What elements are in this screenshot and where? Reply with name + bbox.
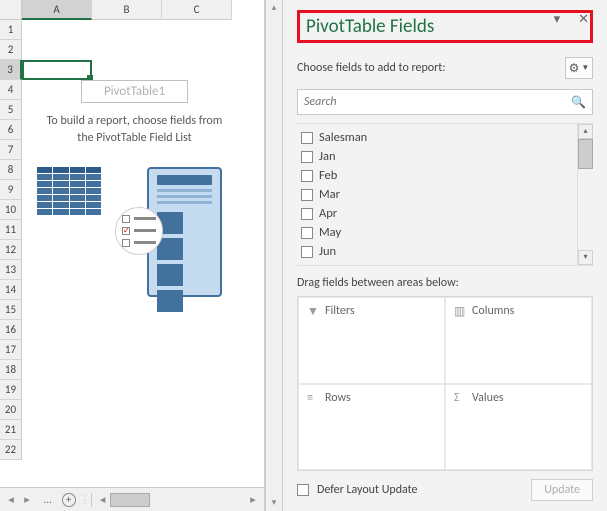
row-header[interactable]: 6 <box>0 120 22 140</box>
field-search[interactable]: 🔍 <box>297 89 593 115</box>
vscroll-down-icon[interactable]: ▾ <box>266 495 282 511</box>
row-header[interactable]: 3 <box>0 60 22 80</box>
row-header[interactable]: 1 <box>0 20 22 40</box>
row-header[interactable]: 14 <box>0 280 22 300</box>
hscroll-left-icon[interactable]: ◂ <box>96 493 110 506</box>
row-header[interactable]: 7 <box>0 140 22 160</box>
values-area[interactable]: ΣValues <box>445 384 592 471</box>
checkbox[interactable] <box>301 227 313 239</box>
select-all-corner[interactable] <box>0 0 22 20</box>
row-header[interactable]: 18 <box>0 360 22 380</box>
row-header[interactable]: 9 <box>0 180 22 200</box>
field-item[interactable]: Salesman <box>297 128 577 147</box>
area-label: Rows <box>325 391 351 464</box>
column-header[interactable]: B <box>92 0 162 20</box>
hscroll-thumb[interactable] <box>110 493 150 507</box>
field-label: Apr <box>319 206 337 221</box>
field-label: Feb <box>319 168 337 183</box>
scroll-up-icon[interactable]: ▴ <box>578 124 593 139</box>
area-label: Filters <box>325 304 355 377</box>
sheet-nav-first-icon[interactable]: ◂ <box>4 493 18 507</box>
field-item[interactable]: Jan <box>297 147 577 166</box>
choose-fields-label: Choose fields to add to report: <box>297 61 446 75</box>
row-header[interactable]: 16 <box>0 320 22 340</box>
pivot-title: PivotTable1 <box>81 80 188 103</box>
area-label: Columns <box>472 304 514 377</box>
search-icon: 🔍 <box>571 95 586 110</box>
search-input[interactable] <box>304 95 571 109</box>
field-list: Salesman Jan Feb Mar Apr May Jun <box>297 124 577 265</box>
sheet-nav-prev-icon[interactable]: ▸ <box>20 493 34 507</box>
defer-checkbox[interactable] <box>297 484 309 496</box>
pane-title: PivotTable Fields <box>306 15 434 38</box>
filters-area[interactable]: ▼Filters <box>298 297 445 384</box>
rows-area[interactable]: ≡Rows <box>298 384 445 471</box>
pivot-instruction: To build a report, choose fields from th… <box>37 113 232 147</box>
row-header[interactable]: 22 <box>0 440 22 460</box>
field-label: Mar <box>319 187 340 202</box>
checkbox[interactable] <box>301 170 313 182</box>
column-header[interactable]: C <box>162 0 232 20</box>
pivot-placeholder: PivotTable1 To build a report, choose fi… <box>37 80 232 297</box>
row-header[interactable]: 11 <box>0 220 22 240</box>
row-header[interactable]: 2 <box>0 40 22 60</box>
scroll-down-icon[interactable]: ▾ <box>578 250 593 265</box>
pivottable-fields-pane: ▾ ✕ PivotTable Fields Choose fields to a… <box>283 0 607 511</box>
field-item[interactable]: Feb <box>297 166 577 185</box>
field-label: Salesman <box>319 130 367 145</box>
add-sheet-button[interactable]: + <box>62 493 76 507</box>
row-header[interactable]: 15 <box>0 300 22 320</box>
pane-close-icon[interactable]: ✕ <box>578 12 589 27</box>
vscroll-up-icon[interactable]: ▴ <box>266 0 282 16</box>
pane-settings-button[interactable]: ⚙▼ <box>565 57 593 79</box>
row-header[interactable]: 13 <box>0 260 22 280</box>
area-label: Values <box>472 391 504 464</box>
chevron-down-icon: ▼ <box>581 63 589 73</box>
row-header[interactable]: 10 <box>0 200 22 220</box>
field-label: May <box>319 225 341 240</box>
columns-icon: ▥ <box>454 304 466 377</box>
update-button[interactable]: Update <box>531 479 593 501</box>
field-label: Jan <box>319 149 336 164</box>
drop-areas: ▼Filters ▥Columns ≡Rows ΣValues <box>297 296 593 471</box>
row-header[interactable]: 20 <box>0 400 22 420</box>
sheet-tabs-overflow[interactable]: … <box>38 493 58 506</box>
gear-icon: ⚙ <box>569 61 580 76</box>
row-header[interactable]: 4 <box>0 80 22 100</box>
defer-label: Defer Layout Update <box>317 483 418 497</box>
checkbox[interactable] <box>301 189 313 201</box>
vertical-scrollbar[interactable]: ▴ ▾ <box>265 0 283 511</box>
row-header[interactable]: 12 <box>0 240 22 260</box>
scroll-thumb[interactable] <box>578 139 593 169</box>
row-header[interactable]: 21 <box>0 420 22 440</box>
values-icon: Σ <box>454 391 466 464</box>
checkbox[interactable] <box>301 208 313 220</box>
field-scrollbar[interactable]: ▴ ▾ <box>577 124 593 265</box>
row-header[interactable]: 8 <box>0 160 22 180</box>
field-item[interactable]: Jun <box>297 242 577 261</box>
hscroll-right-icon[interactable]: ▸ <box>246 493 260 506</box>
pane-dropdown-icon[interactable]: ▾ <box>554 12 561 27</box>
column-header[interactable]: A <box>22 0 92 20</box>
checkbox[interactable] <box>301 132 313 144</box>
field-item[interactable]: Mar <box>297 185 577 204</box>
row-header[interactable]: 17 <box>0 340 22 360</box>
filter-icon: ▼ <box>307 304 319 377</box>
rows-icon: ≡ <box>307 391 319 464</box>
columns-area[interactable]: ▥Columns <box>445 297 592 384</box>
checkbox[interactable] <box>301 246 313 258</box>
row-header[interactable]: 19 <box>0 380 22 400</box>
checkbox[interactable] <box>301 151 313 163</box>
spreadsheet-area: 1 2 3 4 5 6 7 8 9 10 11 12 13 14 15 16 1… <box>0 0 265 511</box>
selected-cell[interactable] <box>22 60 92 80</box>
row-header[interactable]: 5 <box>0 100 22 120</box>
pivot-illustration <box>37 167 232 297</box>
field-item[interactable]: May <box>297 223 577 242</box>
cell-grid[interactable]: PivotTable1 To build a report, choose fi… <box>22 20 264 487</box>
drag-areas-label: Drag fields between areas below: <box>297 276 593 290</box>
field-item[interactable]: Apr <box>297 204 577 223</box>
field-label: Jun <box>319 244 336 259</box>
sheet-footer: ◂ ▸ … + ⋮ ◂ ▸ <box>0 487 264 511</box>
